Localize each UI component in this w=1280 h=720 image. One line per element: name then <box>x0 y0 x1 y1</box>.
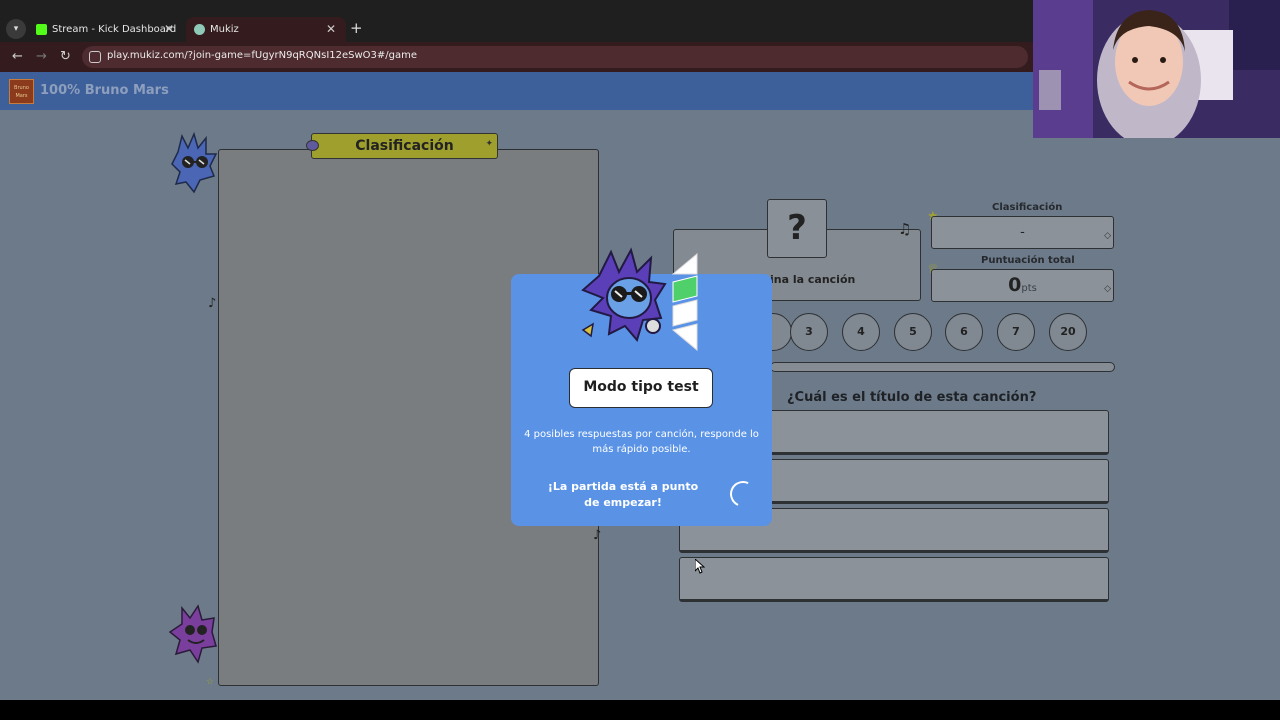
url-field[interactable]: play.mukiz.com/?join-game=fUgyrN9qRQNsI1… <box>82 46 1028 68</box>
round-button[interactable]: 4 <box>842 313 880 351</box>
mode-label: Modo tipo test <box>569 368 713 408</box>
diamond-icon: ◇ <box>1104 284 1111 294</box>
mascot-purple-icon <box>168 604 217 664</box>
tab-close-icon[interactable]: ✕ <box>164 17 174 42</box>
game-page: Bruno Mars 100% Bruno Mars Clasificación… <box>0 72 1280 700</box>
round-progress-bar <box>770 362 1115 372</box>
leaderboard-title-text: Clasificación <box>355 138 454 154</box>
back-arrow-icon[interactable]: ← <box>12 49 23 64</box>
site-settings-icon[interactable] <box>89 51 101 63</box>
score-value: 0 <box>1008 274 1022 296</box>
song-hint-text: ina la canción <box>770 273 856 286</box>
tab-mukiz[interactable]: Mukiz ✕ <box>186 17 346 42</box>
rank-value-box: - ◇ <box>931 216 1114 249</box>
mukiz-icon <box>194 24 205 35</box>
music-note-icon: ♪ <box>593 528 602 543</box>
tab-close-icon[interactable]: ✕ <box>326 17 336 42</box>
webcam-feed <box>1033 0 1280 138</box>
rank-value: - <box>1020 225 1025 240</box>
rank-label: Clasificación <box>992 202 1063 213</box>
leaderboard-title: Clasificación ✦ <box>306 133 498 159</box>
starting-message: ¡La partida está a punto de empezar! <box>547 480 699 509</box>
loading-spinner-icon <box>726 477 760 511</box>
round-button[interactable]: 5 <box>894 313 932 351</box>
game-mode-modal: Modo tipo test 4 posibles respuestas por… <box>511 247 772 526</box>
forward-arrow-icon[interactable]: → <box>36 49 47 64</box>
score-value-box: 0pts ◇ <box>931 269 1114 302</box>
round-button[interactable]: 20 <box>1049 313 1087 351</box>
mystery-song-card: ? <box>767 199 827 258</box>
mascot-blue-icon <box>171 132 218 194</box>
round-button[interactable]: 3 <box>790 313 828 351</box>
mascot-with-signal-icon <box>581 247 698 352</box>
tab-search-chevron-down-icon[interactable]: ▾ <box>6 19 26 39</box>
bottom-letterbox <box>0 700 1280 720</box>
playlist-title: 100% Bruno Mars <box>40 83 169 98</box>
music-note-icon: ♪ <box>208 296 217 311</box>
score-label: Puntuación total <box>981 255 1075 266</box>
score-unit: pts <box>1021 283 1037 294</box>
new-tab-plus-icon[interactable]: + <box>350 19 363 37</box>
tab-title: Mukiz <box>210 24 239 35</box>
round-button[interactable]: 6 <box>945 313 983 351</box>
mouse-cursor-icon <box>695 559 705 574</box>
music-note-icon: ♫ <box>898 220 912 238</box>
tab-kick-dashboard[interactable]: Stream - Kick Dashboard ✕ <box>28 17 184 42</box>
answer-option[interactable] <box>679 557 1109 602</box>
url-text: play.mukiz.com/?join-game=fUgyrN9qRQNsI1… <box>107 50 418 61</box>
badge-icon <box>306 140 319 151</box>
playlist-logo: Bruno Mars <box>9 79 34 104</box>
tab-title: Stream - Kick Dashboard <box>52 24 177 35</box>
kick-icon <box>36 24 47 35</box>
question-text: ¿Cuál es el título de esta canción? <box>787 390 1037 405</box>
star-icon: ✦ <box>485 139 493 149</box>
diamond-icon: ◇ <box>1104 231 1111 241</box>
star-icon: ☆ <box>206 677 215 687</box>
reload-icon[interactable]: ↻ <box>60 49 71 64</box>
mode-description: 4 posibles respuestas por canción, respo… <box>524 429 759 455</box>
round-button[interactable]: 7 <box>997 313 1035 351</box>
